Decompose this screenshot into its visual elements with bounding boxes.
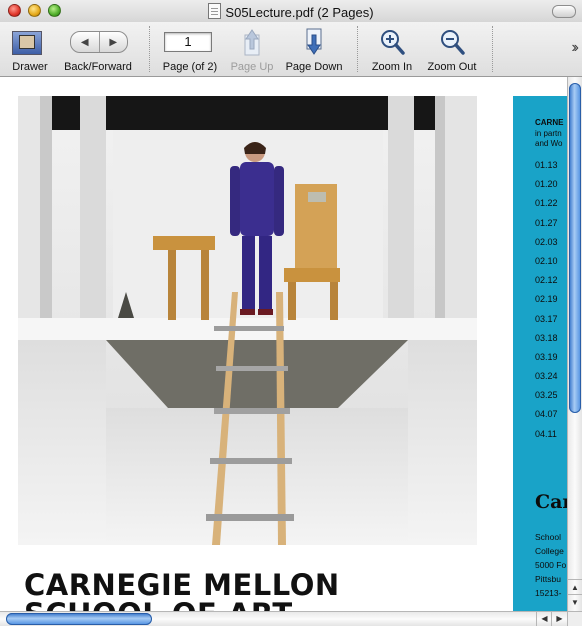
zoom-in-magnifier-icon (381, 30, 405, 55)
address-line: College (535, 546, 564, 556)
page-number-control: 1 Page (of 2) (158, 22, 222, 76)
lecture-date: 03.25 (535, 390, 558, 401)
zoom-out-button[interactable]: Zoom Out (422, 22, 482, 76)
lecture-date: 03.18 (535, 332, 558, 343)
carnegie-logo-text: Car (535, 491, 567, 513)
address-line: Pittsbu (535, 574, 561, 584)
lecture-date: 04.07 (535, 409, 558, 420)
horizontal-scroll-thumb[interactable] (6, 613, 152, 625)
document-view[interactable]: CARNEGIE MELLON SCHOOL OF ART CARNE in p… (0, 77, 567, 611)
lecture-date-list: 01.13 01.20 01.22 01.27 02.03 02.10 02.1… (535, 160, 558, 448)
scroll-left-arrow-icon[interactable]: ◀ (536, 612, 552, 626)
drawer-button[interactable]: Drawer (4, 22, 56, 76)
lecture-date: 01.13 (535, 160, 558, 170)
page-down-button[interactable]: Page Down (282, 22, 346, 76)
scroll-up-arrow-icon[interactable]: ▲ (568, 579, 582, 595)
toolbar-separator (492, 26, 493, 72)
page-up-button[interactable]: Page Up (226, 22, 278, 76)
toolbar-overflow-chevron-icon[interactable]: ›› (571, 39, 578, 57)
zoom-out-label: Zoom Out (427, 61, 477, 73)
vertical-scrollbar[interactable]: ▲ ▼ (567, 77, 582, 611)
lecture-date: 01.22 (535, 198, 558, 209)
title-bar[interactable]: S05Lecture.pdf (2 Pages) (0, 0, 582, 23)
cover-photo (18, 96, 477, 545)
window-title: S05Lecture.pdf (2 Pages) (0, 3, 582, 20)
address-line: 15213- (535, 588, 562, 598)
zoom-out-magnifier-icon (441, 30, 465, 55)
toolbar-separator (357, 26, 358, 72)
page2-subtitle-line: in partn (535, 129, 562, 138)
pdf-page-2: CARNE in partn and Wo 01.13 01.20 01.22 … (513, 96, 567, 611)
lecture-date: 03.24 (535, 371, 558, 382)
lecture-date: 02.10 (535, 255, 558, 266)
page-up-arrow-icon (244, 29, 260, 56)
lecture-date: 02.12 (535, 275, 558, 286)
page-number-input[interactable]: 1 (164, 32, 212, 52)
pdf-viewer-window: S05Lecture.pdf (2 Pages) Drawer ◀ ▶ Back… (0, 0, 582, 626)
address-block: School College 5000 Fo Pittsbu 15213- (535, 530, 566, 600)
school-heading: CARNEGIE MELLON SCHOOL OF ART (24, 568, 340, 612)
page2-subtitle: in partn and Wo (535, 129, 562, 149)
address-line: School (535, 532, 561, 542)
resize-grip-icon[interactable] (567, 611, 582, 626)
page-gap (498, 77, 513, 611)
page-number-label: Page (of 2) (162, 61, 218, 73)
forward-arrow-icon[interactable]: ▶ (100, 32, 128, 52)
toolbar-toggle-button[interactable] (552, 5, 576, 18)
page2-subtitle-line: and Wo (535, 139, 563, 148)
toolbar-separator (149, 26, 150, 72)
lecture-date: 03.17 (535, 313, 558, 324)
page-down-label: Page Down (285, 61, 343, 73)
page-down-arrow-icon (306, 28, 322, 55)
vertical-scroll-thumb[interactable] (569, 83, 581, 413)
cover-photo-illustration (18, 96, 477, 545)
address-line: 5000 Fo (535, 560, 567, 570)
page-up-label: Page Up (230, 61, 274, 73)
horizontal-scrollbar[interactable]: ◀ ▶ (0, 611, 567, 626)
toolbar: Drawer ◀ ▶ Back/Forward 1 Page (of 2) Pa… (0, 22, 582, 77)
lecture-date: 04.11 (535, 428, 557, 439)
drawer-label: Drawer (12, 61, 48, 73)
zoom-in-button[interactable]: Zoom In (364, 22, 420, 76)
pdf-document-icon (208, 3, 222, 19)
back-arrow-icon[interactable]: ◀ (71, 32, 100, 52)
lecture-date: 03.19 (535, 351, 558, 362)
lecture-date: 01.20 (535, 179, 558, 190)
lecture-date: 02.03 (535, 236, 558, 247)
scroll-down-arrow-icon[interactable]: ▼ (568, 594, 582, 610)
heading-line-2: SCHOOL OF ART (24, 600, 340, 612)
heading-line-1: CARNEGIE MELLON (24, 568, 340, 602)
lecture-date: 02.19 (535, 294, 558, 305)
lecture-date: 01.27 (535, 217, 558, 228)
drawer-icon (12, 31, 42, 55)
back-forward-control[interactable]: ◀ ▶ Back/Forward (58, 22, 138, 76)
scroll-right-arrow-icon[interactable]: ▶ (551, 612, 567, 626)
pdf-page-1: CARNEGIE MELLON SCHOOL OF ART (0, 77, 498, 611)
zoom-in-label: Zoom In (371, 61, 413, 73)
page2-title: CARNE (535, 118, 564, 127)
back-forward-label: Back/Forward (64, 61, 132, 73)
